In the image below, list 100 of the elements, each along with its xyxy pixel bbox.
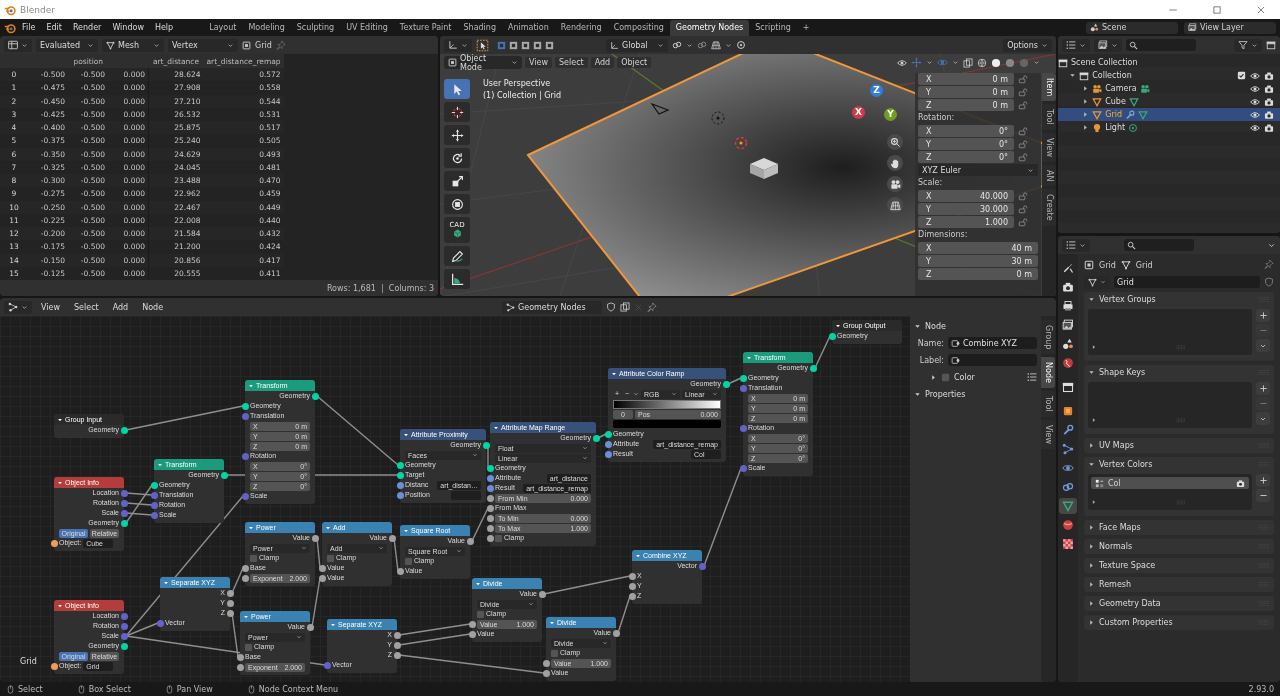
- menu-item[interactable]: Window: [107, 22, 149, 33]
- row-count: Rows: 1,681: [326, 283, 376, 293]
- scene-selector[interactable]: Scene: [1086, 21, 1178, 34]
- workspace-tab[interactable]: Geometry Nodes: [669, 20, 750, 36]
- panel-title: Normals: [1099, 542, 1133, 551]
- sidebar-tab[interactable]: AN: [1042, 164, 1056, 187]
- workspace-tab[interactable]: Layout: [203, 20, 243, 36]
- workspace-tab[interactable]: Animation: [502, 20, 555, 36]
- menu-item[interactable]: Add: [590, 57, 615, 68]
- outliner-row[interactable]: Light: [1058, 121, 1280, 134]
- number-field[interactable]: Z 0°: [918, 151, 1014, 163]
- breadcrumb-item[interactable]: Grid: [1135, 260, 1153, 270]
- object-name: Grid: [255, 40, 272, 50]
- menu-item[interactable]: Select: [555, 57, 588, 68]
- number-field[interactable]: Y 0°: [918, 138, 1014, 150]
- section-label: Scale:: [918, 177, 944, 189]
- outliner-row[interactable]: Grid: [1058, 108, 1280, 121]
- workspace-tab[interactable]: Scripting: [749, 20, 797, 36]
- sidebar-tab[interactable]: Create: [1042, 189, 1056, 226]
- mode-dropdown[interactable]: Object Mode: [444, 56, 522, 69]
- dropdown[interactable]: Vertex: [168, 38, 238, 52]
- data-name-field[interactable]: Grid: [1114, 276, 1260, 288]
- workspace-tab[interactable]: Modeling: [242, 20, 291, 36]
- menu-item[interactable]: Edit: [41, 22, 67, 33]
- status-hint: Select: [18, 684, 43, 694]
- item-name: Cube: [1105, 97, 1126, 106]
- view-layer-selector[interactable]: View Layer: [1184, 21, 1276, 34]
- panel-title: Properties: [925, 389, 966, 399]
- panel-title: Remesh: [1099, 580, 1132, 589]
- workspace-tab[interactable]: Texture Paint: [393, 20, 458, 36]
- menu-item[interactable]: Help: [149, 22, 179, 33]
- number-field[interactable]: Z 1.000: [918, 216, 1014, 228]
- panel-header[interactable]: Texture Space: [1084, 558, 1274, 573]
- item-name: Camera: [1105, 84, 1137, 93]
- add-workspace-button[interactable]: +: [796, 20, 816, 36]
- field-label: Name:: [916, 338, 944, 348]
- section-label: Rotation:: [918, 112, 956, 124]
- dropdown[interactable]: XYZ Euler: [918, 164, 1038, 176]
- workspace-tab[interactable]: Shading: [457, 20, 502, 36]
- sidebar-tab[interactable]: Group: [1041, 320, 1055, 355]
- column-count: Columns: 3: [388, 283, 434, 293]
- sidebar-tab[interactable]: Node: [1041, 357, 1055, 389]
- panel-header[interactable]: Normals: [1084, 539, 1274, 554]
- dropdown[interactable]: Global: [606, 38, 668, 52]
- number-field[interactable]: Y 0 m: [918, 86, 1014, 98]
- number-field[interactable]: X 40 m: [918, 242, 1038, 254]
- menu-item[interactable]: Render: [67, 22, 107, 33]
- menu-item[interactable]: View: [36, 301, 65, 313]
- panel-title: Texture Space: [1099, 561, 1156, 570]
- list-box[interactable]: Col: [1088, 474, 1252, 510]
- menu-item[interactable]: Select: [69, 301, 104, 313]
- outliner-row[interactable]: Camera: [1058, 82, 1280, 95]
- panel-title: Node: [925, 321, 946, 331]
- menu-item[interactable]: View: [525, 57, 552, 68]
- panel-title: Color: [954, 372, 975, 382]
- node-tree-selector[interactable]: Geometry Nodes: [502, 300, 603, 314]
- status-hint: Box Select: [88, 684, 131, 694]
- dropdown[interactable]: Evaluated: [36, 38, 98, 52]
- status-hint: Pan View: [176, 684, 213, 694]
- sidebar-tab[interactable]: Item: [1042, 73, 1056, 102]
- menu-item[interactable]: Node: [137, 301, 169, 313]
- panel-header[interactable]: Custom Properties: [1084, 615, 1274, 630]
- menu-item[interactable]: Object: [617, 57, 652, 68]
- item-name: Grid: [1105, 110, 1122, 119]
- panel-title: Shape Keys: [1099, 368, 1146, 377]
- number-field[interactable]: Z 0 m: [918, 268, 1038, 280]
- panel-header[interactable]: Face Maps: [1084, 520, 1274, 535]
- sidebar-tab[interactable]: View: [1042, 132, 1056, 162]
- name-field[interactable]: Combine XYZ: [948, 337, 1037, 349]
- sidebar-tab[interactable]: Tool: [1041, 391, 1055, 417]
- outliner-row[interactable]: Cube: [1058, 95, 1280, 108]
- number-field[interactable]: X 0°: [918, 125, 1014, 137]
- item-name: Collection: [1092, 71, 1132, 80]
- workspace-tab[interactable]: UV Editing: [340, 20, 394, 36]
- workspace-tab[interactable]: Compositing: [607, 20, 670, 36]
- menu-item[interactable]: Add: [107, 301, 134, 313]
- section-label: Dimensions:: [918, 229, 969, 241]
- options-menu[interactable]: Options: [1003, 38, 1052, 52]
- number-field[interactable]: X 0 m: [918, 73, 1014, 85]
- workspace-tab[interactable]: Sculpting: [290, 20, 341, 36]
- number-field[interactable]: Y 30 m: [918, 255, 1038, 267]
- breadcrumb-item[interactable]: Grid: [1099, 260, 1116, 270]
- number-field[interactable]: Z 0 m: [918, 99, 1014, 111]
- sidebar-tab[interactable]: View: [1041, 419, 1055, 449]
- panel-title: Face Maps: [1099, 523, 1141, 532]
- number-field[interactable]: Y 30.000: [918, 203, 1014, 215]
- list-item[interactable]: Col: [1091, 477, 1249, 489]
- panel-header[interactable]: Vertex Colors: [1084, 457, 1274, 472]
- panel-header[interactable]: Geometry Data: [1084, 596, 1274, 611]
- dropdown[interactable]: Mesh: [102, 38, 164, 52]
- panel-header[interactable]: Remesh: [1084, 577, 1274, 592]
- status-hint: Node Context Menu: [258, 684, 339, 694]
- menu-item[interactable]: File: [17, 22, 41, 33]
- item-name: Light: [1105, 123, 1126, 132]
- panel-header[interactable]: UV Maps: [1084, 438, 1274, 453]
- number-field[interactable]: X 40.000: [918, 190, 1014, 202]
- panel-title: UV Maps: [1099, 441, 1134, 450]
- panel-title: Custom Properties: [1099, 618, 1173, 627]
- workspace-tab[interactable]: Rendering: [554, 20, 608, 36]
- sidebar-tab[interactable]: Tool: [1042, 104, 1056, 130]
